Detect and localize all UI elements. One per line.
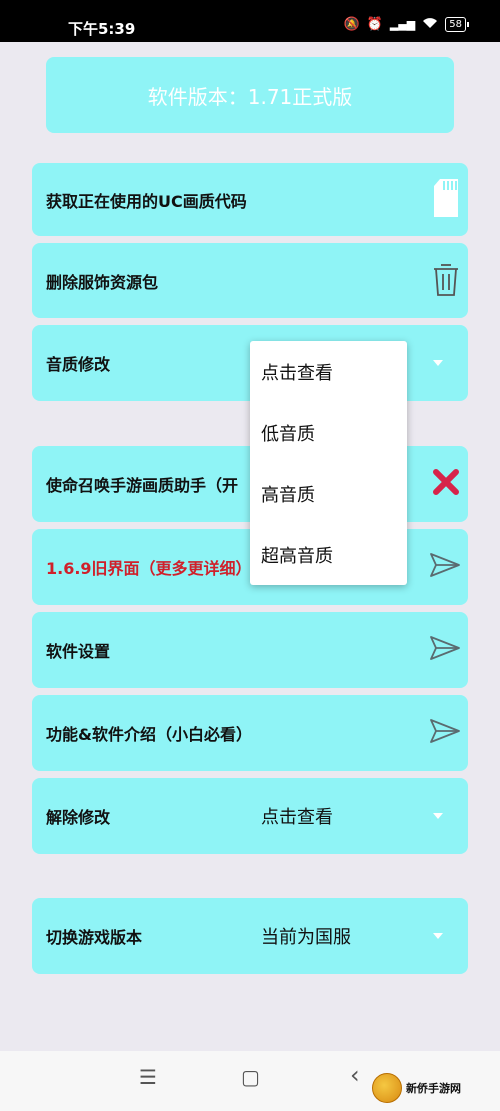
switch-version-card[interactable]: 切换游戏版本 当前为国服: [32, 898, 468, 974]
delete-pack-card[interactable]: 删除服饰资源包: [32, 243, 468, 318]
old-ui-label: 1.6.9旧界面（更多更详细）: [46, 559, 252, 578]
hd-signal-icon: ▂▄▆: [389, 18, 416, 31]
home-icon[interactable]: ▢: [241, 1067, 260, 1087]
watermark: 新侨手游网: [372, 1072, 490, 1104]
reset-label: 解除修改: [46, 808, 111, 827]
menu-icon[interactable]: ☰: [139, 1067, 157, 1087]
settings-label: 软件设置: [46, 642, 111, 661]
status-bar: 下午5:39 🔕 ⏰ ▂▄▆ 58: [0, 0, 500, 42]
trash-icon[interactable]: [432, 261, 460, 301]
alarm-icon: ⏰: [366, 17, 383, 32]
sd-card-icon: [432, 178, 460, 222]
send-icon: [429, 718, 461, 748]
dropdown-item[interactable]: 超高音质: [250, 524, 407, 585]
close-x-icon[interactable]: [432, 468, 460, 500]
audio-quality-dropdown: 点击查看 低音质 高音质 超高音质: [250, 341, 407, 585]
uc-code-card[interactable]: 获取正在使用的UC画质代码: [32, 163, 468, 236]
version-text: 软件版本：1.71正式版: [147, 84, 353, 109]
version-banner: 软件版本：1.71正式版: [46, 57, 454, 133]
status-icons: 🔕 ⏰ ▂▄▆ 58: [343, 17, 469, 32]
dropdown-item[interactable]: 高音质: [250, 463, 407, 524]
chevron-down-icon[interactable]: [433, 933, 443, 939]
switch-version-value[interactable]: 当前为国服: [261, 923, 351, 949]
dropdown-item[interactable]: 低音质: [250, 402, 407, 463]
chevron-down-icon[interactable]: [433, 813, 443, 819]
mute-icon: 🔕: [343, 17, 360, 32]
audio-quality-label: 音质修改: [46, 355, 111, 374]
uc-code-label: 获取正在使用的UC画质代码: [46, 191, 247, 211]
chevron-down-icon[interactable]: [433, 360, 443, 366]
watermark-text: 新侨手游网: [406, 1082, 461, 1095]
settings-card[interactable]: 软件设置: [32, 612, 468, 688]
delete-pack-label: 删除服饰资源包: [46, 272, 159, 292]
cod-helper-label: 使命召唤手游画质助手（开: [46, 476, 239, 495]
dropdown-item[interactable]: 点击查看: [250, 341, 407, 402]
back-icon[interactable]: ‹: [350, 1063, 360, 1087]
switch-version-label: 切换游戏版本: [46, 928, 143, 947]
reset-card[interactable]: 解除修改 点击查看: [32, 778, 468, 854]
battery-icon: 58: [445, 17, 469, 32]
send-icon: [429, 635, 461, 665]
send-icon: [429, 552, 461, 582]
watermark-logo: [372, 1073, 402, 1103]
intro-card[interactable]: 功能&软件介绍（小白必看）: [32, 695, 468, 771]
intro-label: 功能&软件介绍（小白必看）: [46, 725, 252, 744]
status-time: 下午5:39: [68, 20, 136, 38]
wifi-icon: [422, 17, 438, 32]
reset-value[interactable]: 点击查看: [261, 803, 333, 829]
